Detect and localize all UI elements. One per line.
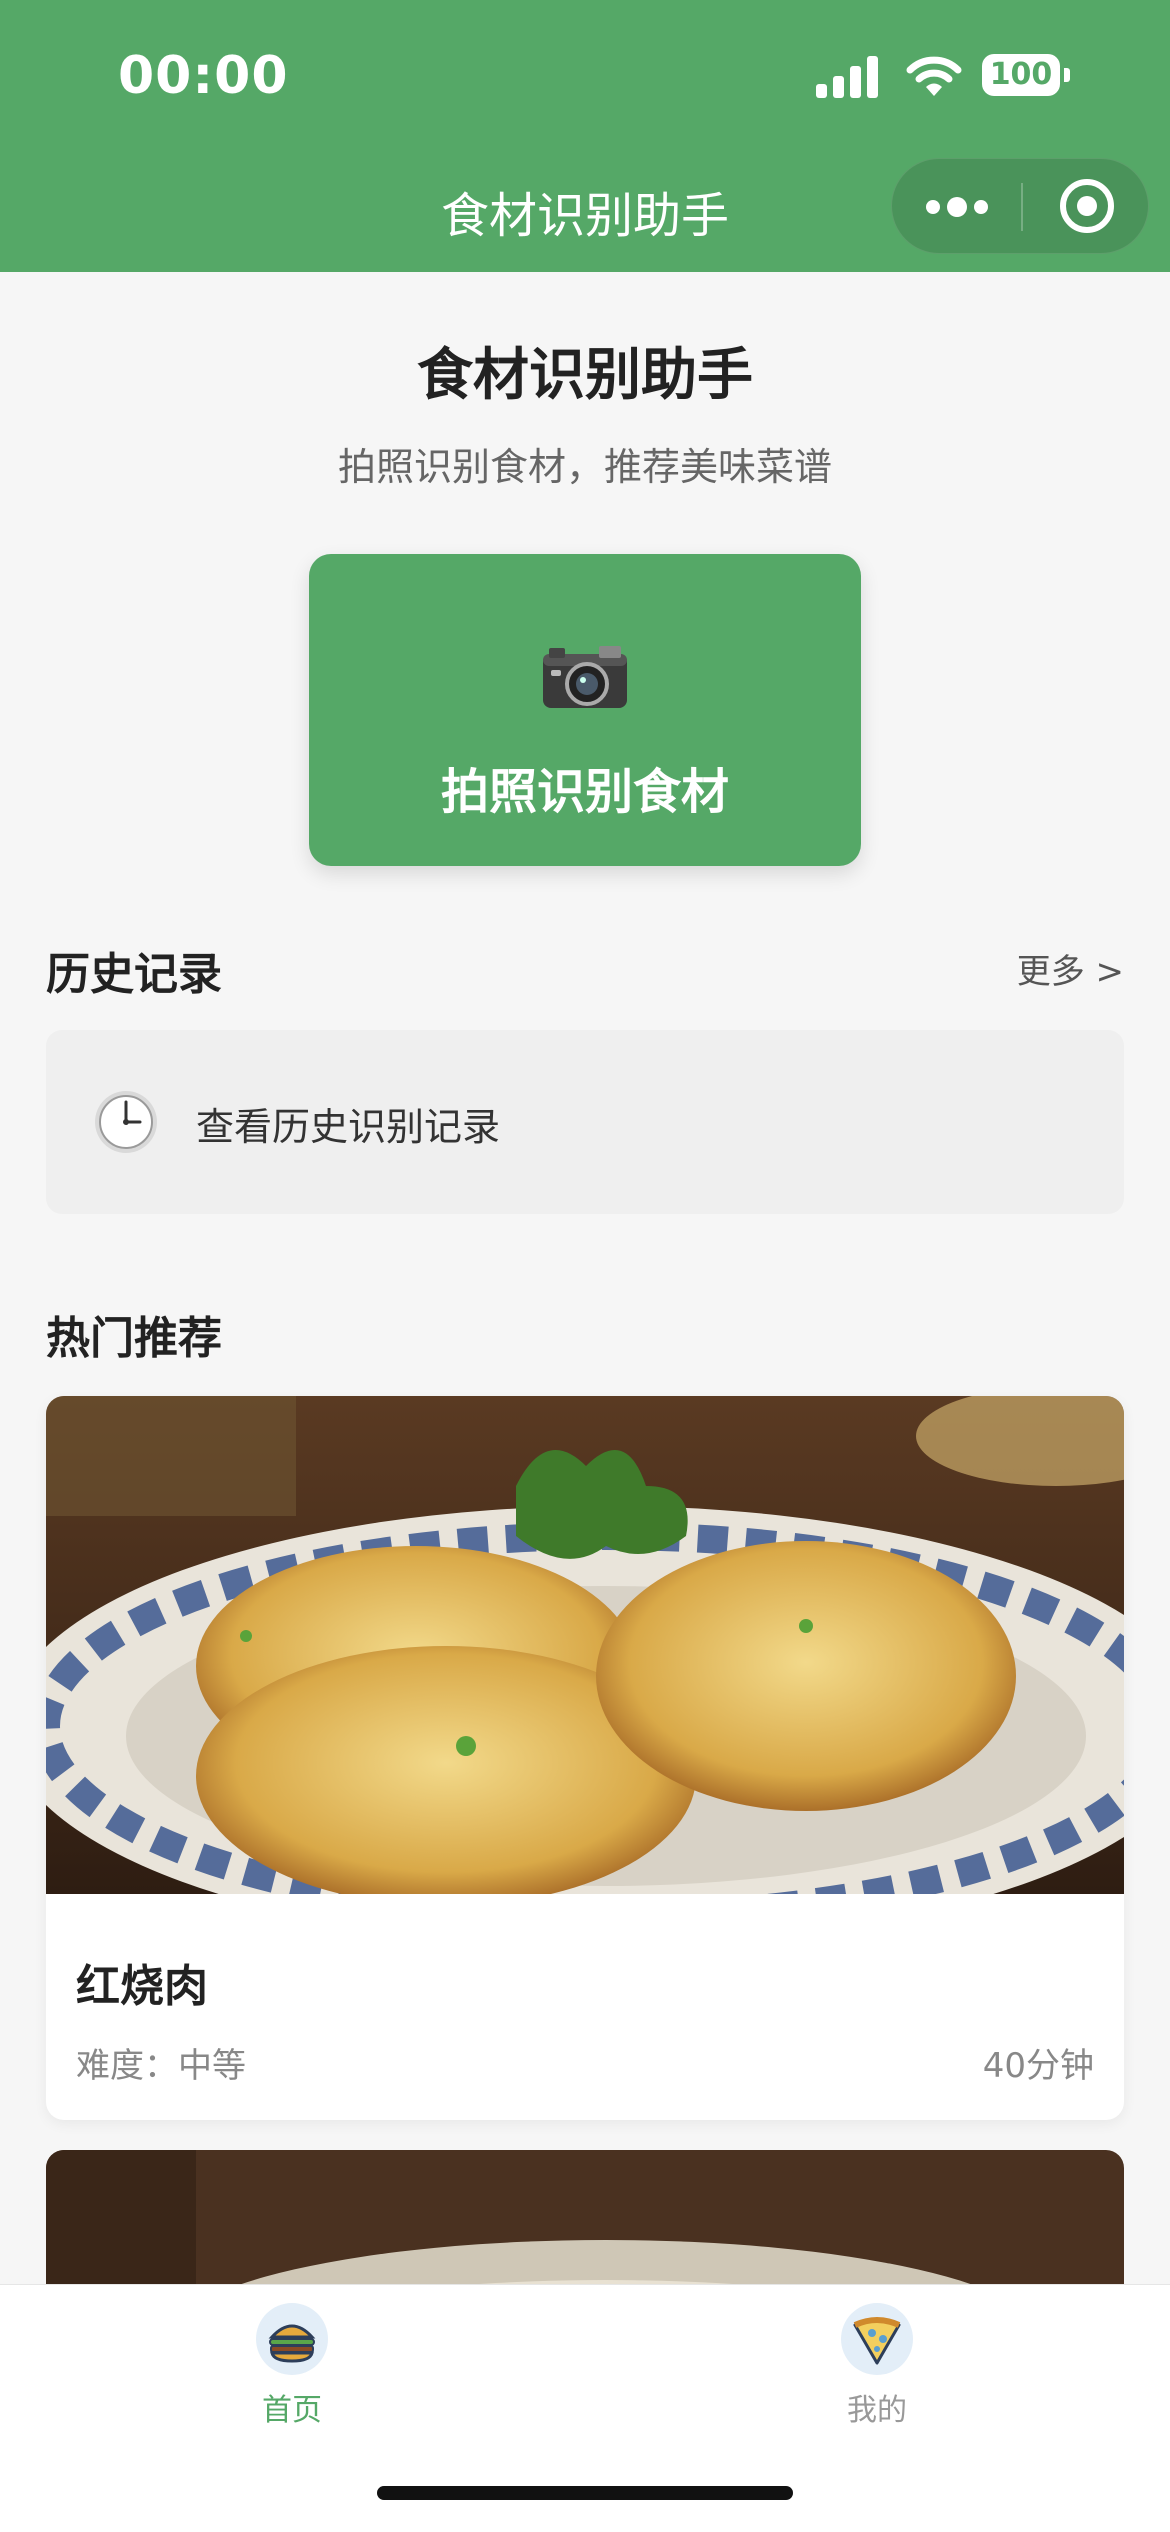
history-entry[interactable]: 查看历史识别记录 bbox=[46, 1030, 1124, 1214]
burger-icon bbox=[256, 2303, 328, 2375]
clock-icon bbox=[95, 1091, 157, 1153]
battery-icon: 100 bbox=[982, 54, 1060, 96]
tab-home[interactable]: 首页 bbox=[192, 2301, 392, 2429]
signal-icon bbox=[816, 56, 878, 98]
recipe-time: 40分钟 bbox=[982, 2046, 1094, 2086]
capsule-divider bbox=[1021, 183, 1023, 231]
camera-button-label: 拍照识别食材 bbox=[440, 764, 729, 820]
wifi-icon bbox=[906, 56, 962, 96]
home-indicator bbox=[377, 2486, 793, 2500]
close-target-icon[interactable] bbox=[1060, 179, 1114, 233]
camera-icon bbox=[543, 646, 627, 708]
top-bar: 00:00 100 食材识别助手 bbox=[0, 0, 1170, 272]
history-entry-text: 查看历史识别记录 bbox=[196, 1105, 501, 1149]
more-dots-icon[interactable] bbox=[926, 192, 988, 222]
status-time: 00:00 bbox=[118, 46, 289, 106]
pizza-icon bbox=[841, 2303, 913, 2375]
history-more-link[interactable]: 更多 > bbox=[1017, 944, 1124, 993]
recipe-difficulty: 难度：中等 bbox=[76, 2046, 246, 2086]
tab-mine[interactable]: 我的 bbox=[777, 2301, 977, 2429]
miniprogram-capsule bbox=[891, 158, 1149, 254]
camera-button[interactable]: 拍照识别食材 bbox=[309, 554, 861, 866]
battery-nub bbox=[1064, 68, 1070, 82]
page-title: 食材识别助手 bbox=[417, 343, 753, 408]
tab-mine-label: 我的 bbox=[847, 2393, 907, 2428]
tab-home-label: 首页 bbox=[262, 2393, 322, 2428]
history-section-title: 历史记录 bbox=[46, 949, 222, 1000]
page-subtitle: 拍照识别食材，推荐美味菜谱 bbox=[337, 445, 832, 489]
recipe-photo bbox=[46, 1396, 1124, 1894]
recipe-card[interactable]: 红烧肉 难度：中等 40分钟 bbox=[46, 1396, 1124, 2120]
status-icons: 100 bbox=[816, 52, 1136, 102]
recipe-name: 红烧肉 bbox=[76, 1961, 208, 2012]
popular-section-title: 热门推荐 bbox=[46, 1313, 222, 1364]
